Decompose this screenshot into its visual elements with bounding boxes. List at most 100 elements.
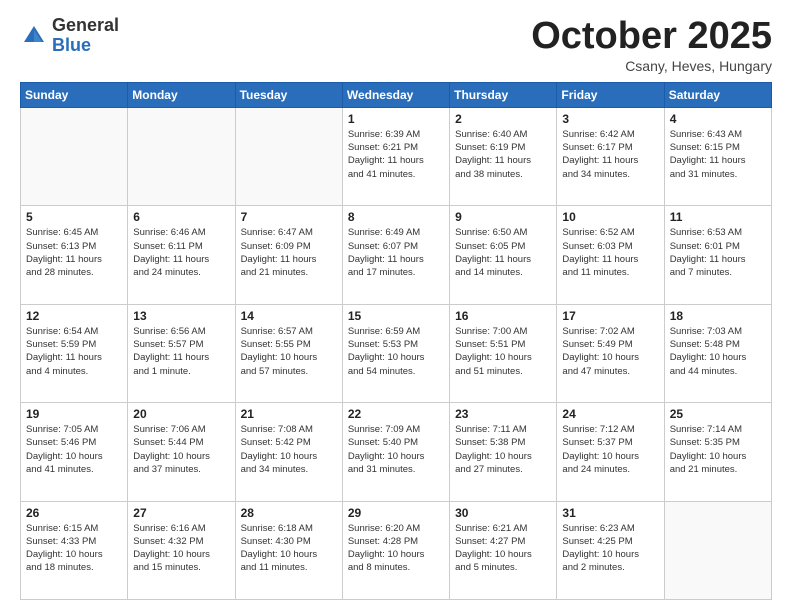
calendar-cell: 31 Sunrise: 6:23 AMSunset: 4:25 PMDayligh… [557,501,664,599]
calendar-week-row: 1 Sunrise: 6:39 AMSunset: 6:21 PMDaylight… [21,107,772,205]
calendar-cell: 21 Sunrise: 7:08 AMSunset: 5:42 PMDayligh… [235,403,342,501]
day-number: 17 [562,309,658,323]
day-number: 29 [348,506,444,520]
day-info: Sunrise: 7:03 AMSunset: 5:48 PMDaylight:… [670,325,766,378]
logo-icon [20,22,48,50]
day-info: Sunrise: 6:43 AMSunset: 6:15 PMDaylight:… [670,128,766,181]
day-number: 27 [133,506,229,520]
day-info: Sunrise: 7:09 AMSunset: 5:40 PMDaylight:… [348,423,444,476]
header: General Blue October 2025 Csany, Heves, … [20,16,772,74]
calendar-cell: 8 Sunrise: 6:49 AMSunset: 6:07 PMDaylight… [342,206,449,304]
day-info: Sunrise: 6:23 AMSunset: 4:25 PMDaylight:… [562,522,658,575]
day-info: Sunrise: 6:46 AMSunset: 6:11 PMDaylight:… [133,226,229,279]
logo-general: General [52,16,119,36]
calendar-cell: 29 Sunrise: 6:20 AMSunset: 4:28 PMDayligh… [342,501,449,599]
calendar-cell: 14Sunrise: 6:57 AMSunset: 5:55 PMDayligh… [235,304,342,402]
calendar-cell: 2 Sunrise: 6:40 AMSunset: 6:19 PMDaylight… [450,107,557,205]
logo-blue: Blue [52,36,119,56]
day-number: 1 [348,112,444,126]
calendar-cell: 10 Sunrise: 6:52 AMSunset: 6:03 PMDayligh… [557,206,664,304]
calendar-cell: 9Sunrise: 6:50 AMSunset: 6:05 PMDaylight… [450,206,557,304]
calendar-week-row: 19Sunrise: 7:05 AMSunset: 5:46 PMDayligh… [21,403,772,501]
day-info: Sunrise: 6:42 AMSunset: 6:17 PMDaylight:… [562,128,658,181]
logo: General Blue [20,16,119,56]
calendar-cell: 19Sunrise: 7:05 AMSunset: 5:46 PMDayligh… [21,403,128,501]
day-info: Sunrise: 7:02 AMSunset: 5:49 PMDaylight:… [562,325,658,378]
day-info: Sunrise: 7:14 AMSunset: 5:35 PMDaylight:… [670,423,766,476]
calendar-cell [235,107,342,205]
day-info: Sunrise: 6:16 AMSunset: 4:32 PMDaylight:… [133,522,229,575]
calendar-cell: 26Sunrise: 6:15 AMSunset: 4:33 PMDayligh… [21,501,128,599]
col-friday: Friday [557,82,664,107]
day-number: 14 [241,309,337,323]
day-number: 21 [241,407,337,421]
day-info: Sunrise: 7:08 AMSunset: 5:42 PMDaylight:… [241,423,337,476]
day-info: Sunrise: 7:12 AMSunset: 5:37 PMDaylight:… [562,423,658,476]
calendar-cell: 20 Sunrise: 7:06 AMSunset: 5:44 PMDayligh… [128,403,235,501]
calendar-cell: 24 Sunrise: 7:12 AMSunset: 5:37 PMDayligh… [557,403,664,501]
calendar-cell: 6Sunrise: 6:46 AMSunset: 6:11 PMDaylight… [128,206,235,304]
calendar-cell: 3 Sunrise: 6:42 AMSunset: 6:17 PMDaylight… [557,107,664,205]
day-info: Sunrise: 6:47 AMSunset: 6:09 PMDaylight:… [241,226,337,279]
day-info: Sunrise: 7:11 AMSunset: 5:38 PMDaylight:… [455,423,551,476]
location-subtitle: Csany, Heves, Hungary [531,58,772,74]
day-info: Sunrise: 6:53 AMSunset: 6:01 PMDaylight:… [670,226,766,279]
calendar-cell: 12 Sunrise: 6:54 AMSunset: 5:59 PMDayligh… [21,304,128,402]
day-number: 25 [670,407,766,421]
col-sunday: Sunday [21,82,128,107]
day-number: 30 [455,506,551,520]
day-info: Sunrise: 6:52 AMSunset: 6:03 PMDaylight:… [562,226,658,279]
day-number: 3 [562,112,658,126]
day-number: 26 [26,506,122,520]
day-number: 22 [348,407,444,421]
day-number: 20 [133,407,229,421]
day-number: 18 [670,309,766,323]
day-number: 24 [562,407,658,421]
page: General Blue October 2025 Csany, Heves, … [0,0,792,612]
day-info: Sunrise: 6:39 AMSunset: 6:21 PMDaylight:… [348,128,444,181]
calendar-header-row: Sunday Monday Tuesday Wednesday Thursday… [21,82,772,107]
col-saturday: Saturday [664,82,771,107]
calendar-cell [21,107,128,205]
day-info: Sunrise: 6:54 AMSunset: 5:59 PMDaylight:… [26,325,122,378]
month-title: October 2025 [531,16,772,58]
day-number: 31 [562,506,658,520]
day-info: Sunrise: 6:18 AMSunset: 4:30 PMDaylight:… [241,522,337,575]
calendar-cell: 4 Sunrise: 6:43 AMSunset: 6:15 PMDaylight… [664,107,771,205]
calendar-cell: 5Sunrise: 6:45 AMSunset: 6:13 PMDaylight… [21,206,128,304]
day-number: 2 [455,112,551,126]
day-info: Sunrise: 6:40 AMSunset: 6:19 PMDaylight:… [455,128,551,181]
calendar-cell: 27 Sunrise: 6:16 AMSunset: 4:32 PMDayligh… [128,501,235,599]
calendar-table: Sunday Monday Tuesday Wednesday Thursday… [20,82,772,600]
day-number: 7 [241,210,337,224]
calendar-week-row: 12 Sunrise: 6:54 AMSunset: 5:59 PMDayligh… [21,304,772,402]
calendar-cell: 7 Sunrise: 6:47 AMSunset: 6:09 PMDaylight… [235,206,342,304]
day-info: Sunrise: 6:49 AMSunset: 6:07 PMDaylight:… [348,226,444,279]
day-number: 8 [348,210,444,224]
day-info: Sunrise: 7:05 AMSunset: 5:46 PMDaylight:… [26,423,122,476]
day-number: 16 [455,309,551,323]
title-block: October 2025 Csany, Heves, Hungary [531,16,772,74]
calendar-cell [128,107,235,205]
day-info: Sunrise: 6:21 AMSunset: 4:27 PMDaylight:… [455,522,551,575]
day-number: 4 [670,112,766,126]
calendar-cell [664,501,771,599]
calendar-week-row: 5Sunrise: 6:45 AMSunset: 6:13 PMDaylight… [21,206,772,304]
day-info: Sunrise: 6:59 AMSunset: 5:53 PMDaylight:… [348,325,444,378]
calendar-cell: 16 Sunrise: 7:00 AMSunset: 5:51 PMDayligh… [450,304,557,402]
calendar-cell: 18 Sunrise: 7:03 AMSunset: 5:48 PMDayligh… [664,304,771,402]
calendar-cell: 28Sunrise: 6:18 AMSunset: 4:30 PMDayligh… [235,501,342,599]
day-number: 11 [670,210,766,224]
day-number: 10 [562,210,658,224]
day-number: 12 [26,309,122,323]
day-info: Sunrise: 6:20 AMSunset: 4:28 PMDaylight:… [348,522,444,575]
col-tuesday: Tuesday [235,82,342,107]
col-thursday: Thursday [450,82,557,107]
col-monday: Monday [128,82,235,107]
day-number: 15 [348,309,444,323]
calendar-cell: 25 Sunrise: 7:14 AMSunset: 5:35 PMDayligh… [664,403,771,501]
day-info: Sunrise: 7:06 AMSunset: 5:44 PMDaylight:… [133,423,229,476]
calendar-cell: 11 Sunrise: 6:53 AMSunset: 6:01 PMDayligh… [664,206,771,304]
day-info: Sunrise: 7:00 AMSunset: 5:51 PMDaylight:… [455,325,551,378]
calendar-cell: 23Sunrise: 7:11 AMSunset: 5:38 PMDayligh… [450,403,557,501]
